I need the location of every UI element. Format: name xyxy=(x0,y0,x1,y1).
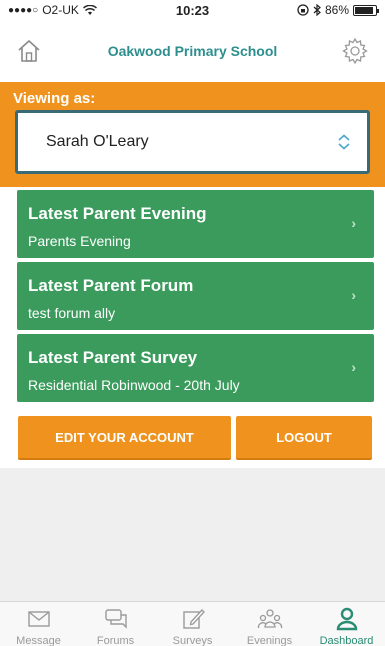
card-subtitle: Residential Robinwood - 20th July xyxy=(28,377,240,393)
tab-dashboard[interactable]: Dashboard xyxy=(308,602,385,646)
chat-bubbles-icon xyxy=(104,609,127,629)
tab-label: Forums xyxy=(96,635,135,646)
user-icon xyxy=(336,607,357,631)
page-title: Oakwood Primary School xyxy=(107,43,278,59)
tab-label: Evenings xyxy=(246,635,293,646)
chevron-right-icon: › xyxy=(351,215,356,231)
status-bar: ●●●●○ O2-UK 10:23 86% xyxy=(0,0,385,20)
tab-bar: Message Forums Surveys Evenings Dashboar… xyxy=(0,601,385,646)
tab-message[interactable]: Message xyxy=(0,602,77,646)
envelope-icon xyxy=(27,611,50,627)
card-title: Latest Parent Forum xyxy=(28,276,194,295)
latest-parent-forum-card[interactable]: Latest Parent Forum test forum ally › xyxy=(17,262,374,330)
card-title: Latest Parent Survey xyxy=(28,348,198,367)
empty-content-area xyxy=(0,468,385,601)
viewing-as-panel: Viewing as: Sarah O'Leary xyxy=(0,82,385,187)
battery-percent: 86% xyxy=(324,3,349,17)
battery-icon xyxy=(353,4,379,16)
bluetooth-icon xyxy=(313,4,321,16)
status-right: 86% xyxy=(297,3,379,17)
card-subtitle: Parents Evening xyxy=(28,233,131,249)
chevron-right-icon: › xyxy=(351,287,356,303)
edit-icon xyxy=(182,609,205,629)
tab-label: Dashboard xyxy=(319,635,374,646)
card-title: Latest Parent Evening xyxy=(28,204,207,223)
chevron-up-down-icon xyxy=(338,134,350,150)
logout-button[interactable]: LOGOUT xyxy=(236,416,372,460)
viewing-as-label: Viewing as: xyxy=(13,90,96,107)
tab-forums[interactable]: Forums xyxy=(77,602,154,646)
card-subtitle: test forum ally xyxy=(28,305,116,321)
latest-parent-survey-card[interactable]: Latest Parent Survey Residential Robinwo… xyxy=(17,334,374,402)
edit-account-button[interactable]: EDIT YOUR ACCOUNT xyxy=(18,416,231,460)
tab-label: Surveys xyxy=(172,635,213,646)
latest-parent-evening-card[interactable]: Latest Parent Evening Parents Evening › xyxy=(17,190,374,258)
home-icon[interactable] xyxy=(16,38,42,64)
selected-child: Sarah O'Leary xyxy=(46,133,149,150)
people-icon xyxy=(257,609,282,629)
orientation-lock-icon xyxy=(297,4,309,16)
gear-icon[interactable] xyxy=(341,37,369,65)
tab-label: Message xyxy=(16,635,61,646)
tab-surveys[interactable]: Surveys xyxy=(154,602,231,646)
child-selector[interactable]: Sarah O'Leary xyxy=(15,110,370,174)
chevron-right-icon: › xyxy=(351,359,356,375)
tab-evenings[interactable]: Evenings xyxy=(231,602,308,646)
navigation-bar: Oakwood Primary School xyxy=(0,20,385,82)
